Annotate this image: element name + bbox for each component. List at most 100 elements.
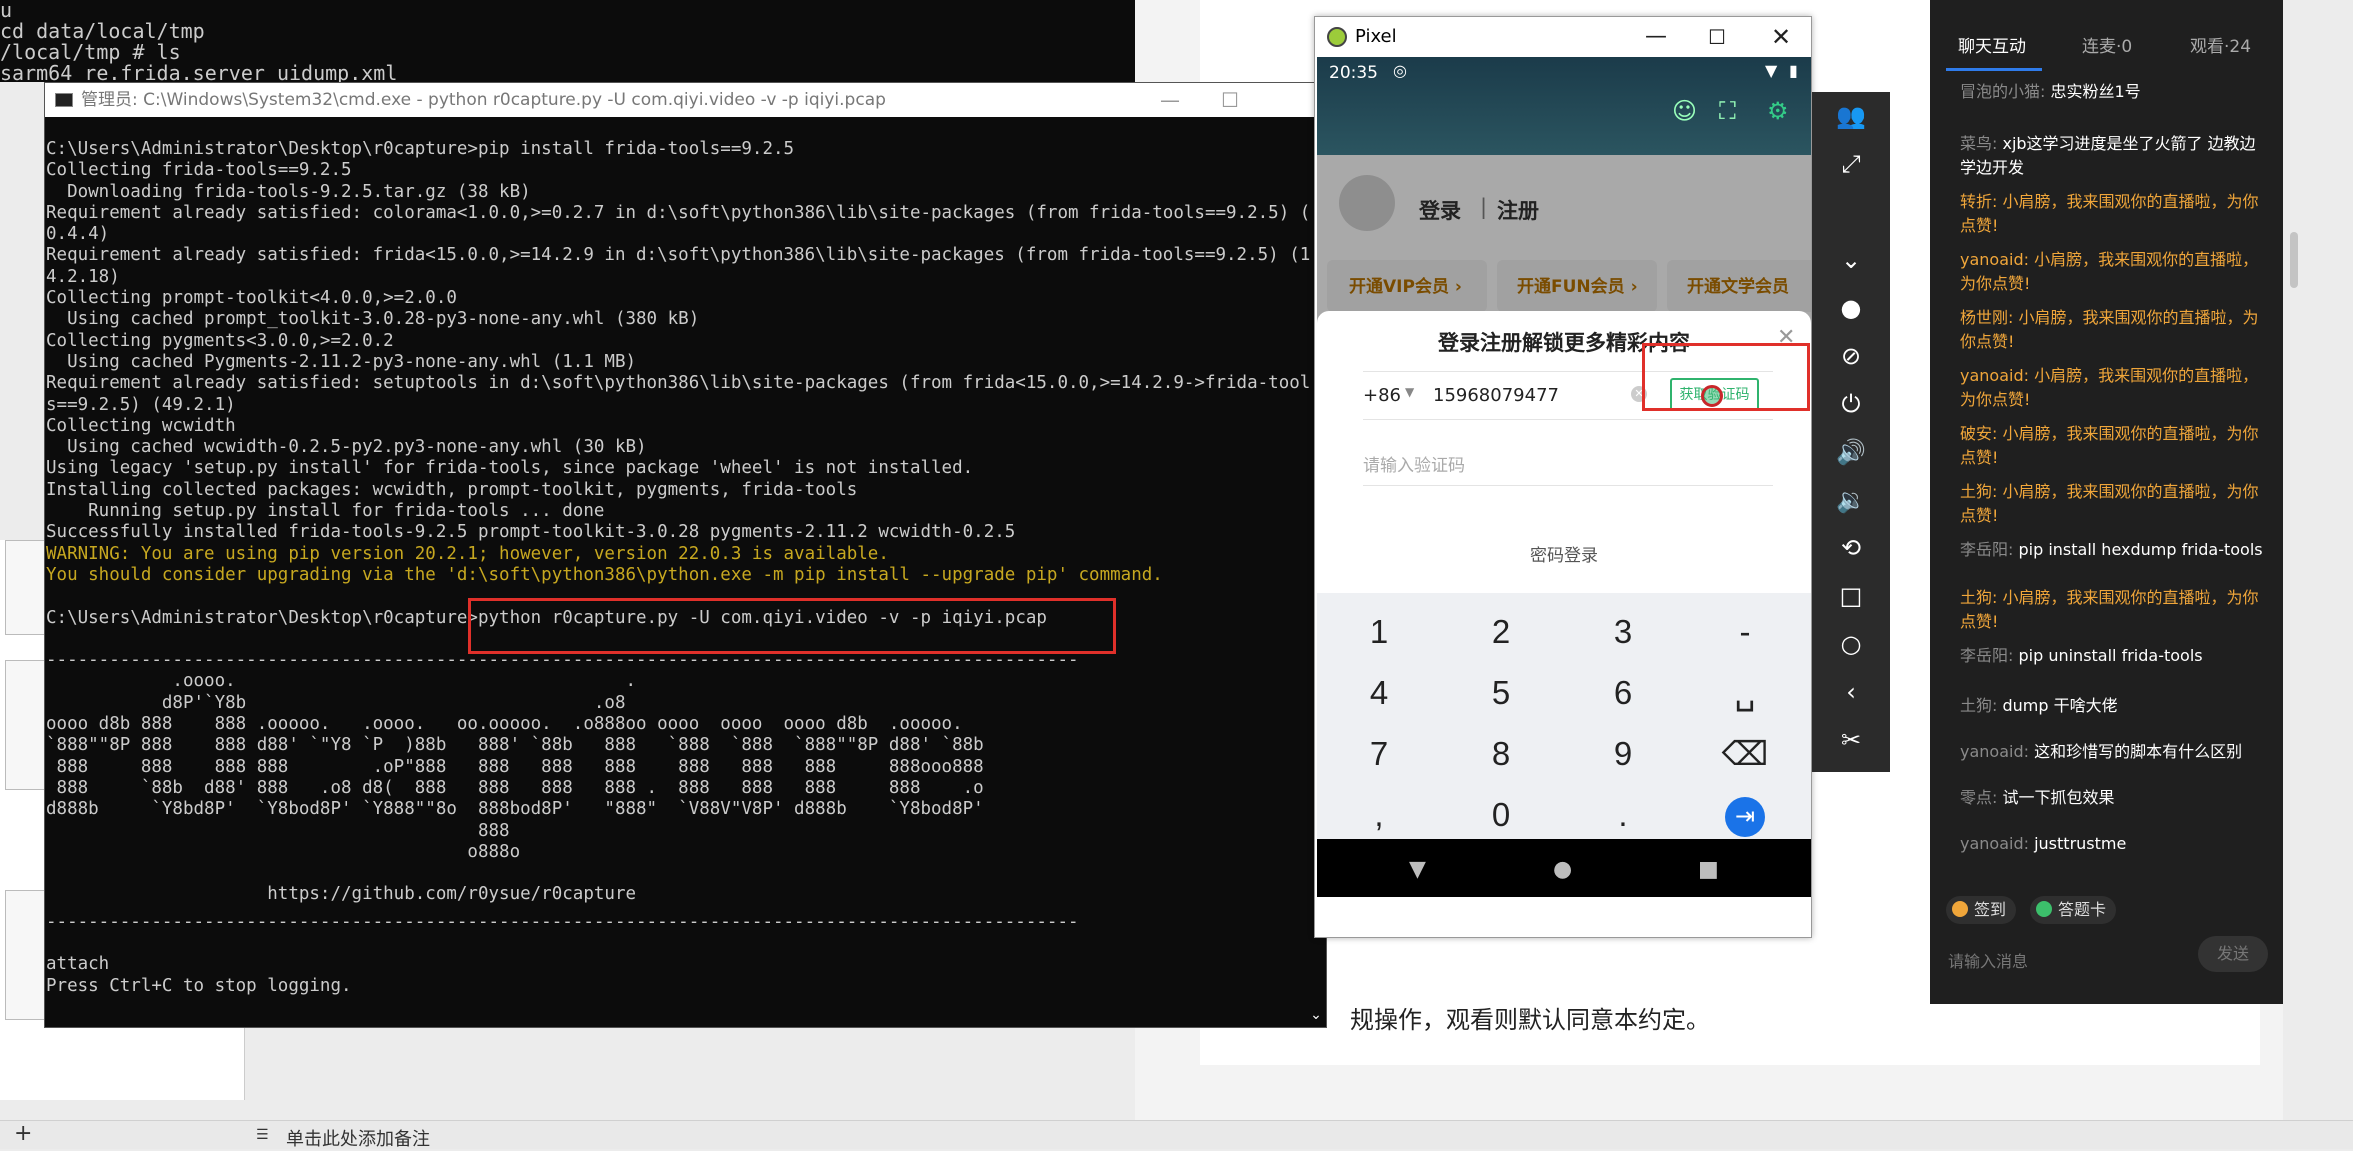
tab-viewers[interactable]: 观看·24	[2190, 32, 2251, 57]
chat-message-list[interactable]: 冒泡的小猫: 忠实粉丝1号 菜鸟: xjb这学习进度是坐了火箭了 边教边学边开发转…	[1930, 80, 2270, 880]
emulator-titlebar[interactable]: Pixel — ☐ ✕	[1315, 17, 1811, 57]
message-icon[interactable]: ☺	[1672, 97, 1697, 125]
recents-nav-icon[interactable]: ■	[1698, 857, 1719, 882]
scrollbar-thumb[interactable]	[2290, 232, 2298, 288]
coin-icon	[1952, 901, 1968, 917]
power-icon[interactable]: ⏻	[1830, 384, 1872, 424]
chat-username[interactable]: 菜鸟:	[1960, 134, 2002, 153]
literature-card[interactable]: 开通文学会员	[1667, 260, 1811, 312]
keypad-key[interactable]: 4	[1319, 660, 1439, 726]
scroll-down-arrow-icon[interactable]: ⌄	[1306, 1007, 1326, 1027]
tab-chat[interactable]: 聊天互动	[1958, 32, 2026, 57]
maximize-button[interactable]: ☐	[1200, 83, 1260, 117]
collapse-icon[interactable]: ⌄	[1830, 240, 1872, 280]
chat-text: pip uninstall frida-tools	[2018, 646, 2203, 665]
sign-in-button[interactable]: 签到	[1946, 896, 2017, 924]
chat-text: justtrustme	[2034, 834, 2127, 853]
hide-icon[interactable]: ⊘	[1830, 336, 1872, 376]
chat-message: 杨世刚: 小肩膀，我来围观你的直播啦，为你点赞!	[1960, 306, 2270, 354]
record-icon[interactable]: ●	[1830, 288, 1872, 328]
scan-icon[interactable]: ⛶	[1719, 97, 1736, 125]
phone-input[interactable]: 15968079477	[1433, 385, 1559, 406]
keypad-key[interactable]: 9	[1563, 721, 1683, 787]
cmd-output[interactable]: C:\Users\Administrator\Desktop\r0capture…	[45, 117, 1326, 1029]
square-icon[interactable]: □	[1830, 576, 1872, 616]
chat-username[interactable]: 转折:	[1960, 192, 2002, 211]
scissors-icon[interactable]: ✂	[1830, 720, 1872, 760]
chat-username[interactable]: 破安:	[1960, 424, 2002, 443]
keypad-key[interactable]: 3	[1563, 599, 1683, 665]
keypad-key[interactable]: -	[1685, 599, 1805, 665]
keypad-key[interactable]: 5	[1441, 660, 1561, 726]
card-icon	[2036, 901, 2052, 917]
chat-username[interactable]: 李岳阳:	[1960, 646, 2018, 665]
fun-card[interactable]: 开通FUN会员 ›	[1497, 260, 1657, 312]
numeric-keypad[interactable]: 1 2 3-4 5 6 ␣ 7 8 9 ⌫, 0. ⇥	[1317, 593, 1811, 839]
keypad-key[interactable]: ␣	[1685, 660, 1805, 726]
notes-hint[interactable]: 单击此处添加备注	[286, 1125, 430, 1151]
chat-username[interactable]: 杨世刚:	[1960, 308, 2018, 327]
register-link[interactable]: 注册	[1497, 195, 1539, 225]
multi-user-icon[interactable]: 👥	[1830, 96, 1872, 136]
password-login-link[interactable]: 密码登录	[1317, 541, 1811, 566]
emulator-maximize-button[interactable]: ☐	[1708, 17, 1726, 57]
chevron-down-icon: ▼	[1405, 385, 1415, 399]
answer-card-button[interactable]: 答题卡	[2030, 896, 2117, 924]
emulator-close-button[interactable]: ✕	[1771, 17, 1791, 57]
avatar[interactable]	[1339, 175, 1395, 231]
keypad-key[interactable]: 7	[1319, 721, 1439, 787]
chat-username[interactable]: 冒泡的小猫:	[1960, 82, 2050, 101]
send-button[interactable]: 发送	[2198, 936, 2268, 972]
verification-code-input[interactable]: 请输入验证码	[1363, 451, 1465, 476]
add-slide-button[interactable]: +	[14, 1121, 32, 1146]
circle-icon[interactable]: ○	[1830, 624, 1872, 664]
emulator-window[interactable]: Pixel — ☐ ✕ 20:35 ◎ ▼ ▮ ☺ ⛶ ⚙ 登录 | 注册 开通…	[1314, 16, 1812, 938]
country-code-select[interactable]: +86	[1363, 385, 1401, 406]
tab-mic[interactable]: 连麦·0	[2082, 32, 2132, 57]
chat-username[interactable]: yanoaid:	[1960, 250, 2034, 269]
emulator-minimize-button[interactable]: —	[1645, 17, 1667, 57]
chat-username[interactable]: yanoaid:	[1960, 834, 2034, 853]
settings-icon[interactable]: ⚙	[1767, 97, 1789, 125]
chat-input[interactable]: 请输入消息	[1948, 948, 2028, 972]
ascii-art-banner: .oooo. . d8P'`Y8b .o8 oooo d8b 888 888 .o…	[46, 671, 1326, 863]
keypad-key[interactable]: 6	[1563, 660, 1683, 726]
keypad-key[interactable]: 2	[1441, 599, 1561, 665]
chat-username[interactable]: 土狗:	[1960, 482, 2002, 501]
ascii-art-line: `888""8P 888 888 d88' `"Y8 `P )88b 888' …	[46, 735, 984, 756]
ascii-art-line: 888 888 888 888 .oP"888 888 888 888 888 …	[46, 756, 984, 777]
chat-username[interactable]: yanoaid:	[1960, 366, 2034, 385]
volume-up-icon[interactable]: 🔊	[1830, 432, 1872, 472]
chat-username[interactable]: 土狗:	[1960, 588, 2002, 607]
chat-username[interactable]: 李岳阳:	[1960, 540, 2018, 559]
cmd-line: Using cached Pygments-2.11.2-py3-none-an…	[46, 351, 637, 372]
android-icon	[1327, 27, 1347, 47]
keypad-key[interactable]: ⌫	[1685, 721, 1805, 787]
login-link[interactable]: 登录	[1419, 195, 1461, 225]
chat-username[interactable]: yanoaid:	[1960, 742, 2034, 761]
ascii-art-line: .oooo. .	[46, 671, 637, 692]
fullscreen-icon[interactable]: ⤢	[1830, 144, 1872, 184]
notes-bar: + ☰ 单击此处添加备注	[0, 1120, 2353, 1151]
answer-card-label: 答题卡	[2058, 900, 2107, 919]
terminal-line: /local/tmp # ls	[0, 40, 181, 64]
keypad-key[interactable]: 8	[1441, 721, 1561, 787]
minimize-button[interactable]: —	[1140, 83, 1200, 117]
cmd-line: Requirement already satisfied: frida<15.…	[46, 245, 1311, 266]
phone-screen[interactable]: 20:35 ◎ ▼ ▮ ☺ ⛶ ⚙ 登录 | 注册 开通VIP会员 › 开通FU…	[1317, 57, 1811, 897]
back-icon[interactable]: ‹	[1830, 672, 1872, 712]
chat-text: 忠实粉丝1号	[2050, 82, 2141, 101]
battery-icon: ▮	[1789, 61, 1798, 80]
keypad-key[interactable]: 1	[1319, 599, 1439, 665]
chat-username[interactable]: 土狗:	[1960, 696, 2002, 715]
cmd-window[interactable]: 管理员: C:\Windows\System32\cmd.exe - pytho…	[44, 82, 1327, 1028]
home-nav-icon[interactable]: ●	[1553, 857, 1572, 882]
cmd-titlebar[interactable]: 管理员: C:\Windows\System32\cmd.exe - pytho…	[45, 83, 1326, 117]
rotate-icon[interactable]: ⟲	[1830, 528, 1872, 568]
chat-username[interactable]: 零点:	[1960, 788, 2002, 807]
back-nav-icon[interactable]: ▼	[1409, 857, 1426, 882]
cmd-line: Downloading frida-tools-9.2.5.tar.gz (38…	[46, 181, 531, 202]
tab-underline	[1946, 68, 2042, 71]
volume-down-icon[interactable]: 🔉	[1830, 480, 1872, 520]
vip-card[interactable]: 开通VIP会员 ›	[1327, 260, 1487, 312]
